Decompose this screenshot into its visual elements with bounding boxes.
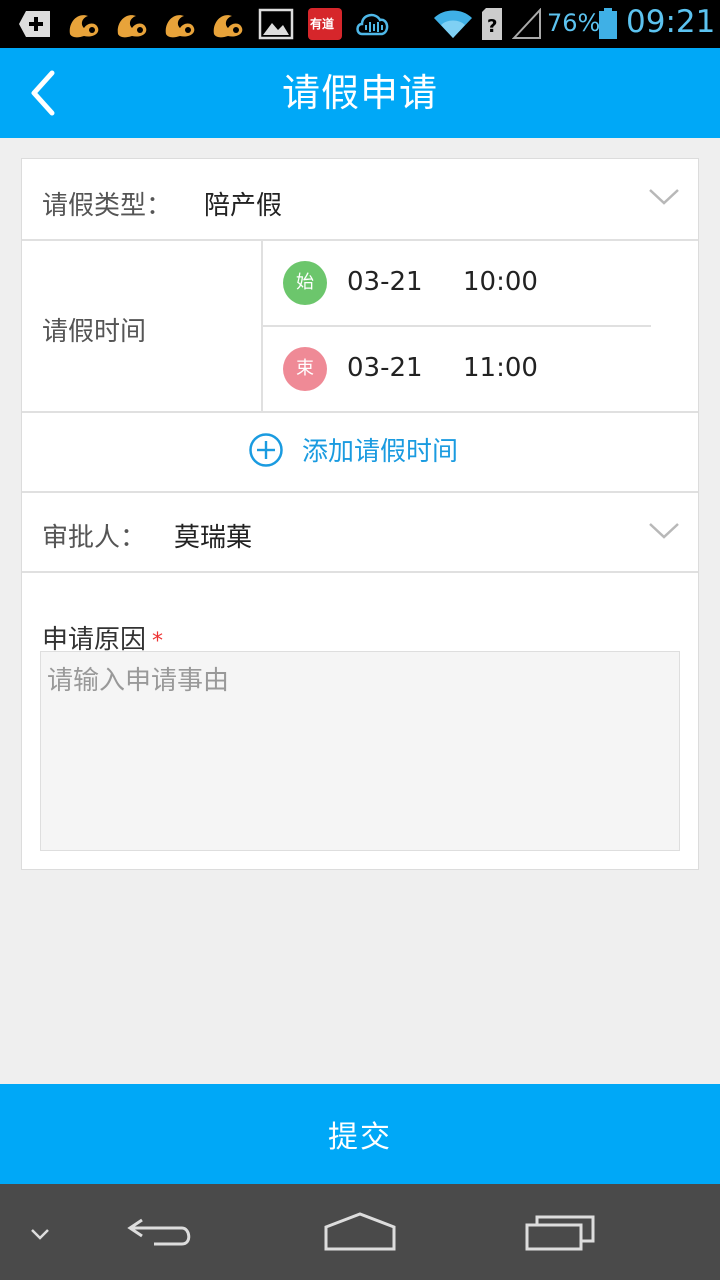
start-time-picker[interactable]: 始 03-21 10:00 [263, 241, 651, 325]
back-icon [127, 1218, 191, 1246]
uc-browser-icon [162, 8, 198, 44]
svg-text:?: ? [487, 16, 497, 37]
back-button[interactable] [16, 66, 70, 120]
nav-back-button[interactable] [120, 1202, 200, 1262]
chevron-left-icon [31, 70, 55, 116]
approver-value: 莫瑞菓 [174, 523, 253, 553]
plus-badge-icon [18, 9, 52, 43]
start-time: 10:00 [463, 267, 538, 297]
leave-type-label: 请假类型： [42, 191, 173, 221]
add-leave-time-label: 添加请假时间 [302, 437, 459, 467]
approver-select[interactable]: 审批人： 莫瑞菓 [22, 493, 698, 573]
leave-time-row: 请假时间 始 03-21 10:00 束 03-21 11:00 [22, 241, 698, 413]
end-date: 03-21 [347, 353, 423, 383]
add-leave-time-button[interactable]: 添加请假时间 [22, 413, 698, 493]
chevron-down-icon [649, 189, 679, 205]
chevron-down-icon [649, 523, 679, 539]
sim-unknown-icon: ? [480, 8, 504, 44]
end-badge: 束 [283, 347, 327, 391]
app-header: 请假申请 [0, 48, 720, 138]
status-bar: 有道 ? 76% 09:21 [0, 0, 720, 48]
battery-icon [598, 8, 618, 44]
wifi-icon [432, 8, 474, 44]
reason-textarea[interactable] [41, 652, 679, 850]
reason-textarea-container [40, 651, 680, 851]
leave-type-select[interactable]: 请假类型： 陪产假 [22, 159, 698, 241]
status-time: 09:21 [626, 4, 716, 40]
leave-time-label: 请假时间 [42, 317, 147, 347]
leave-form-card: 请假类型： 陪产假 请假时间 始 03-21 10:00 束 03-21 11:… [21, 158, 699, 870]
leave-type-value: 陪产假 [204, 191, 283, 221]
system-nav-bar [0, 1184, 720, 1280]
youdao-icon: 有道 [308, 8, 342, 44]
approver-label: 审批人： [42, 523, 147, 553]
start-badge: 始 [283, 261, 327, 305]
hide-keyboard-button[interactable] [22, 1216, 58, 1252]
image-icon [258, 8, 294, 44]
battery-percent: 76% [547, 9, 601, 37]
uc-browser-icon [210, 8, 246, 44]
uc-browser-icon [66, 8, 102, 44]
signal-icon [511, 7, 542, 44]
page-title: 请假申请 [281, 71, 438, 115]
recent-apps-icon [525, 1215, 595, 1251]
cloud-chat-icon [354, 6, 392, 46]
uc-browser-icon [114, 8, 150, 44]
home-icon [324, 1212, 396, 1251]
end-time: 11:00 [463, 353, 538, 383]
nav-home-button[interactable] [320, 1202, 400, 1262]
end-time-picker[interactable]: 束 03-21 11:00 [263, 327, 651, 411]
submit-button[interactable]: 提交 [0, 1084, 720, 1184]
chevron-down-icon [31, 1229, 49, 1240]
add-circle-icon [249, 432, 283, 467]
nav-recent-apps-button[interactable] [520, 1202, 600, 1262]
start-date: 03-21 [347, 267, 423, 297]
